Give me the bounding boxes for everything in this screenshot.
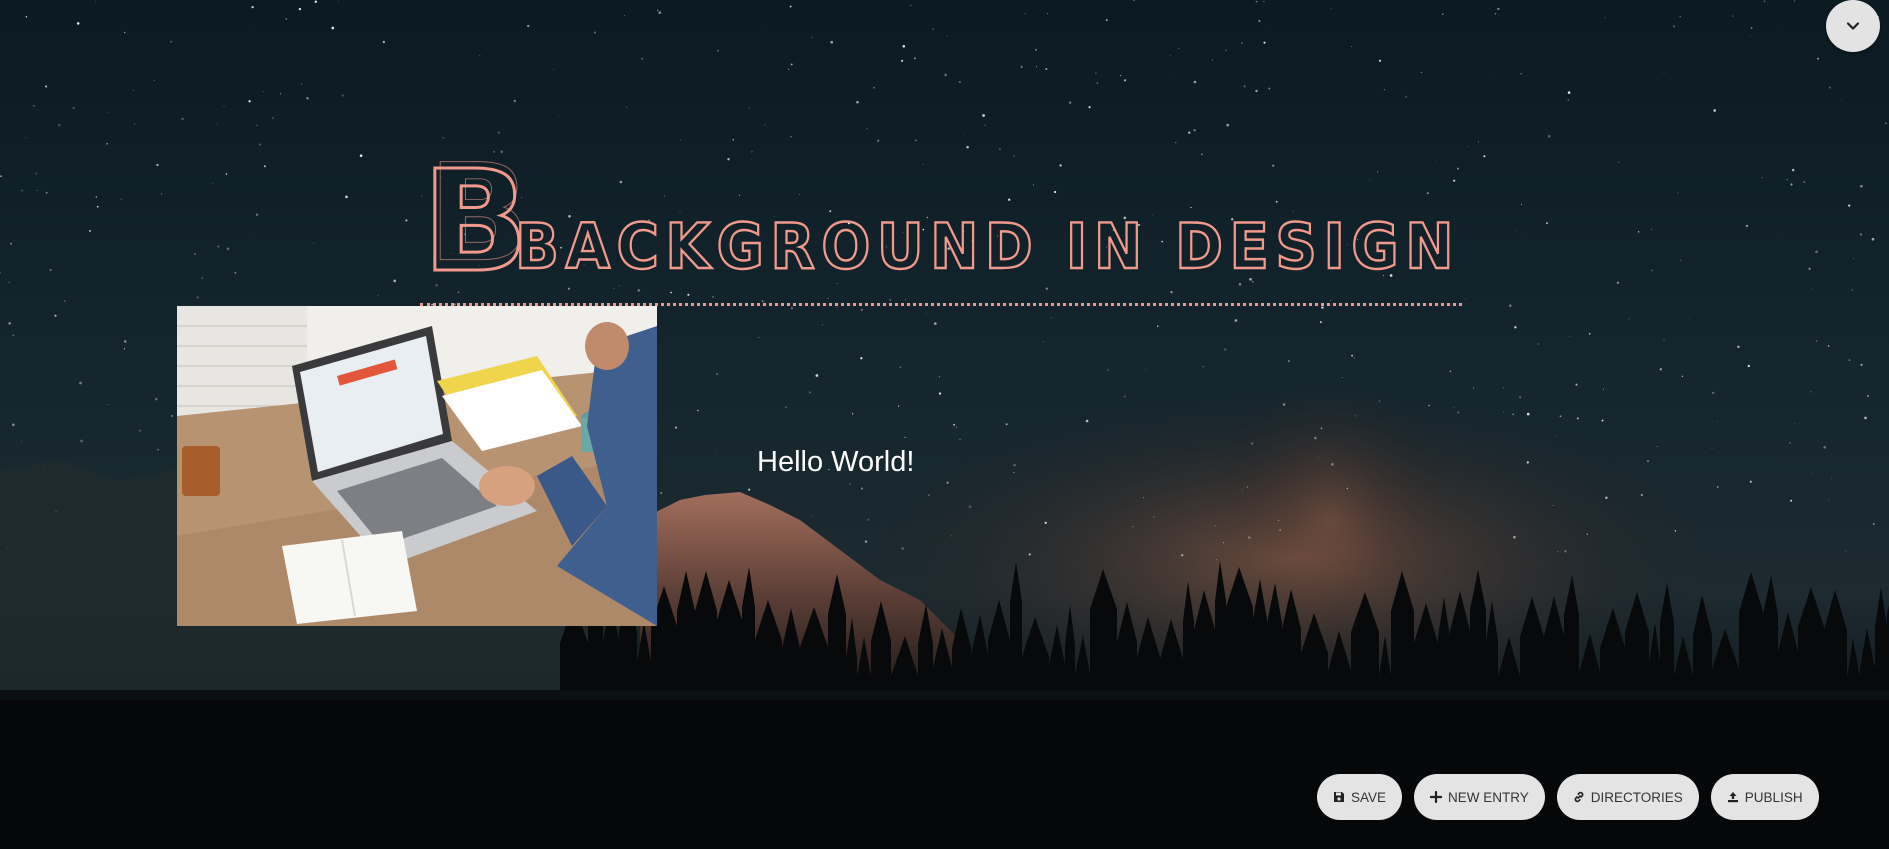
new-entry-label: NEW ENTRY xyxy=(1448,789,1529,805)
page: B B Background in design xyxy=(0,0,1889,849)
save-icon xyxy=(1333,791,1345,803)
save-button[interactable]: SAVE xyxy=(1317,774,1403,820)
article-image xyxy=(177,306,657,626)
directories-label: DIRECTORIES xyxy=(1590,789,1683,805)
collapse-button[interactable] xyxy=(1826,0,1880,52)
hello-text: Hello World! xyxy=(757,446,915,478)
new-entry-button[interactable]: NEW ENTRY xyxy=(1414,774,1545,820)
chevron-down-icon xyxy=(1846,22,1860,30)
link-icon xyxy=(1573,791,1585,803)
save-label: SAVE xyxy=(1351,789,1387,805)
editor-toolbar: SAVE NEW ENTRY DIRECTORIES PUBLISH xyxy=(1317,774,1819,820)
page-title: B B Background in design xyxy=(420,160,1462,306)
directories-button[interactable]: DIRECTORIES xyxy=(1556,774,1699,820)
plus-icon xyxy=(1430,791,1443,803)
publish-label: PUBLISH xyxy=(1744,789,1803,805)
publish-button[interactable]: PUBLISH xyxy=(1710,774,1819,820)
upload-icon xyxy=(1727,791,1739,803)
title-text: Background in design xyxy=(515,210,1460,283)
